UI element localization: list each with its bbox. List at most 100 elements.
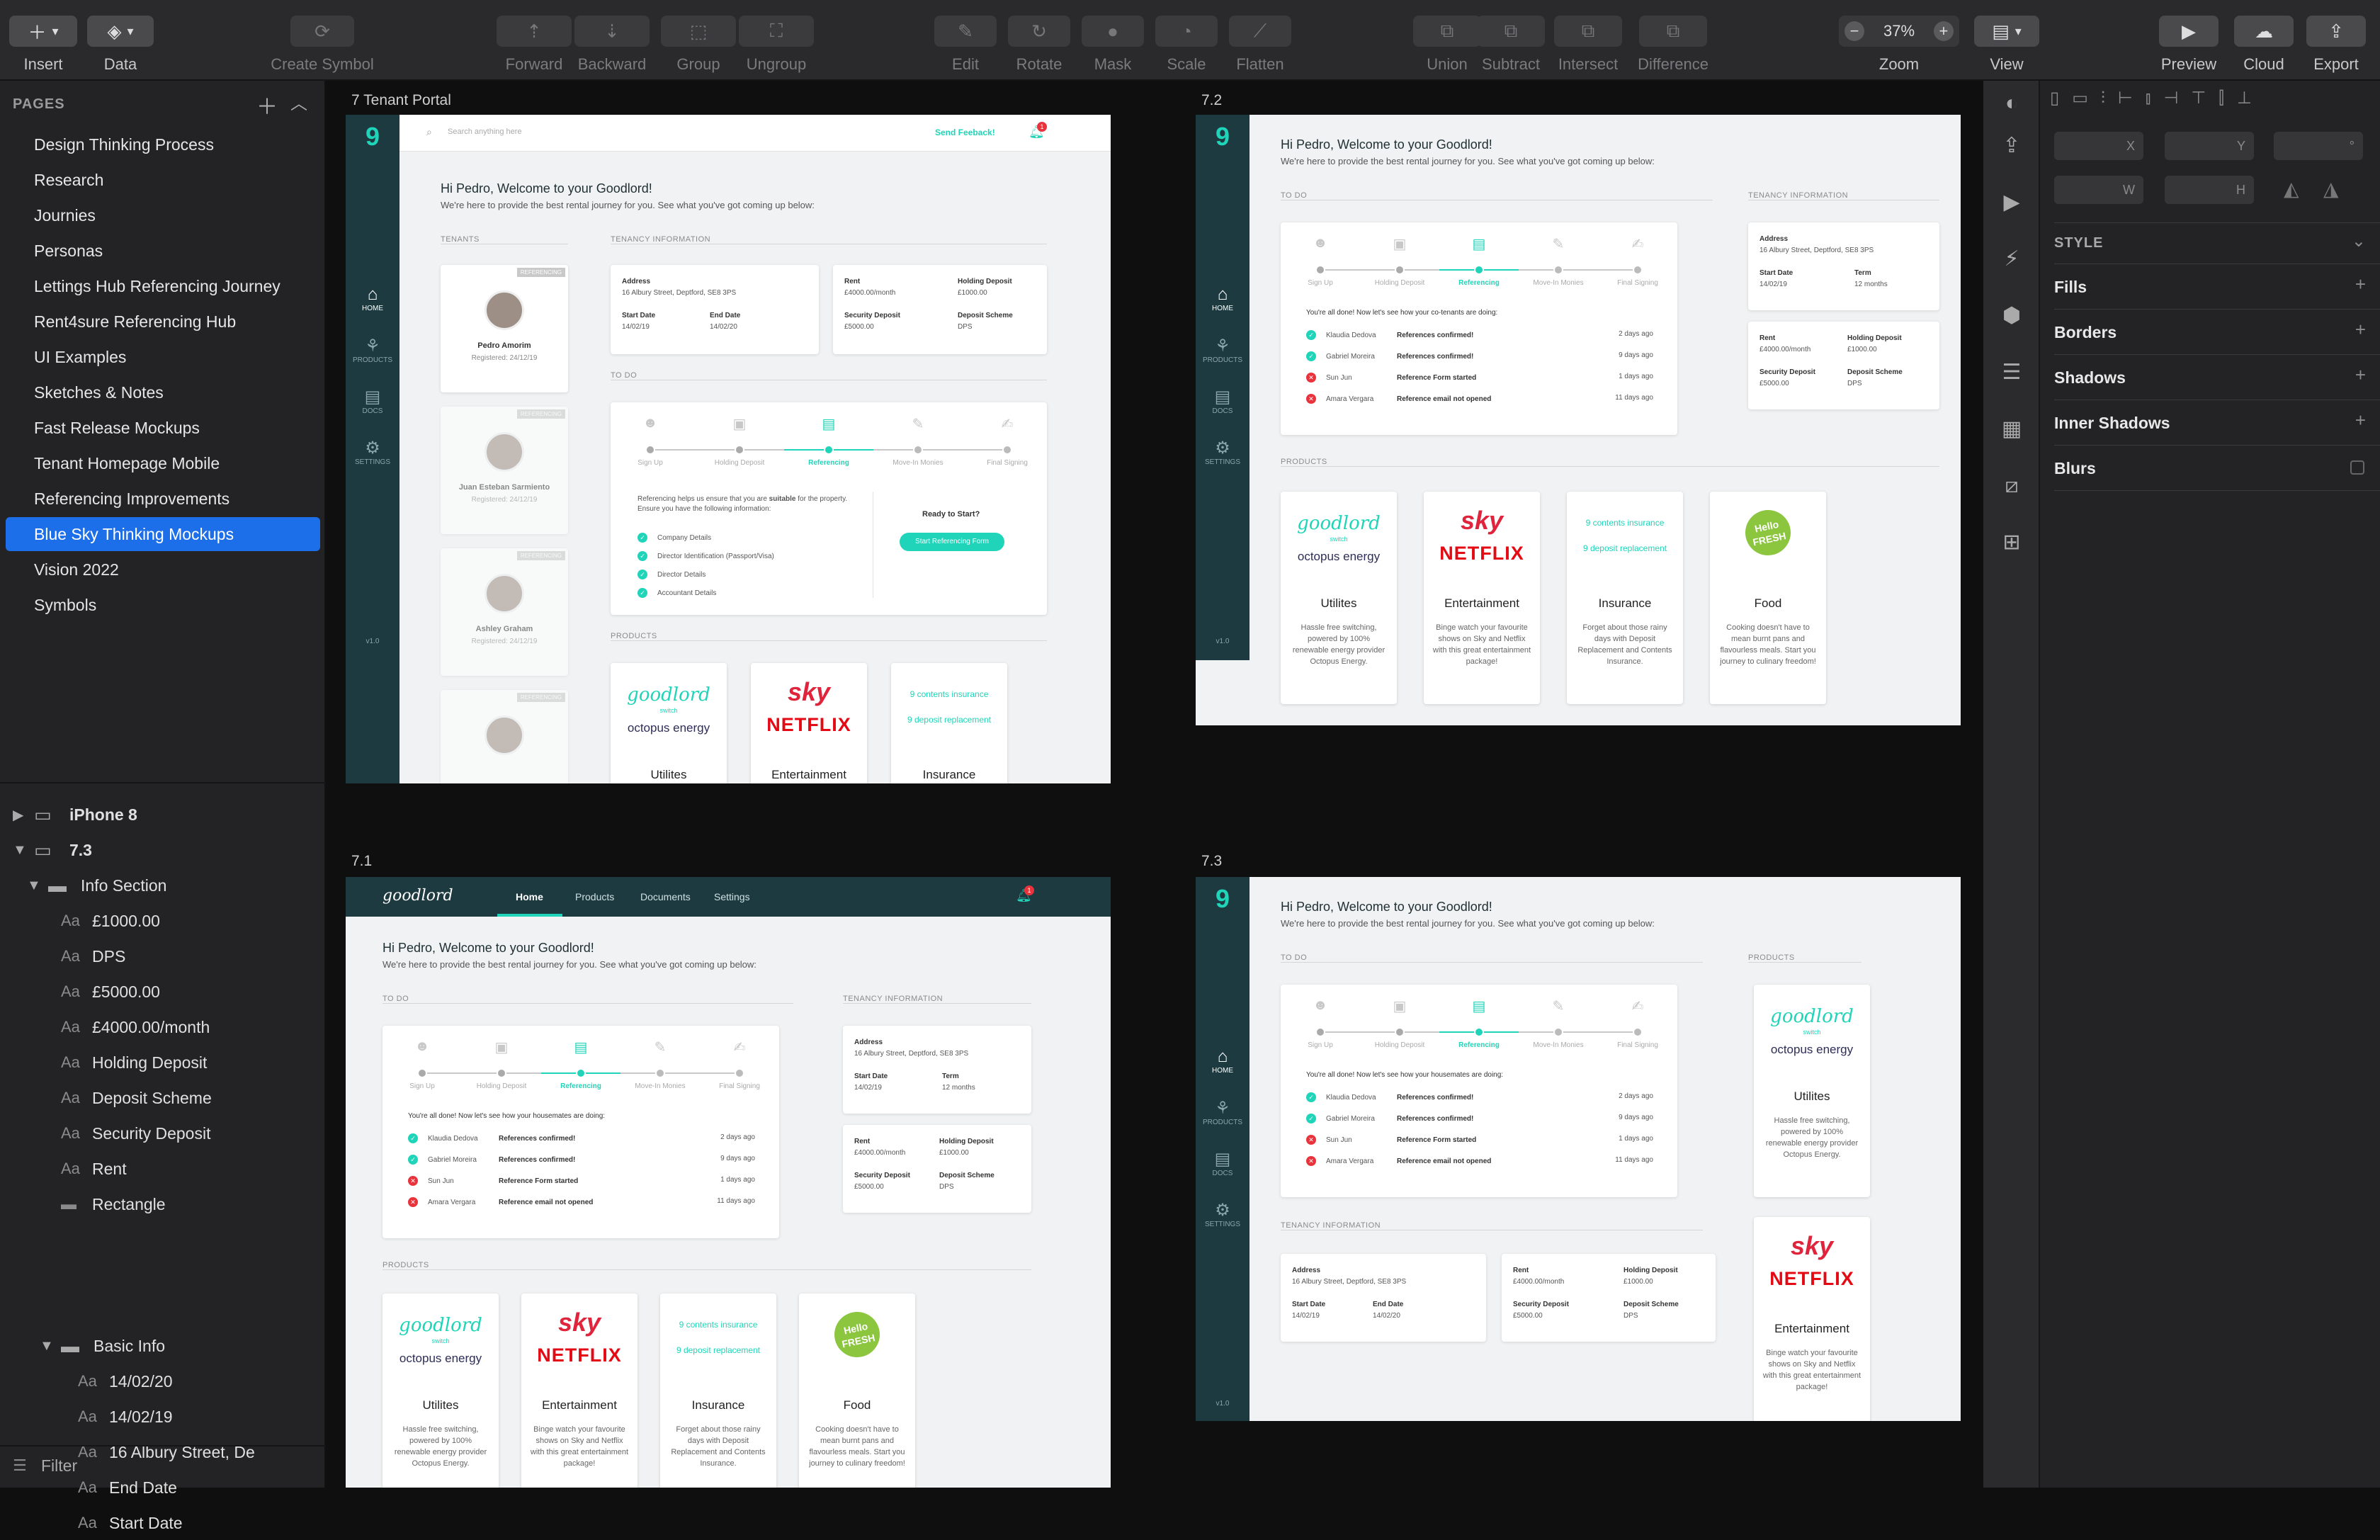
prototype-icon[interactable]: ▶ <box>1996 187 2027 218</box>
flip-vertical-icon[interactable]: ◮ <box>2323 177 2339 200</box>
add-inner-shadow-button[interactable]: + <box>2355 409 2366 431</box>
filter-input[interactable]: Filter <box>41 1456 77 1476</box>
canvas[interactable]: 7 Tenant Portal 9 ⌂ HOME ⚘ PRODUCTS ▤ DOCS … <box>326 81 1983 1488</box>
grid-icon[interactable]: ▦ <box>1996 414 2027 445</box>
product-card[interactable]: Hello FRESH Food Cooking doesn't have to m… <box>1710 492 1826 704</box>
status-row[interactable]: ✓ Klaudia Dedova References confirmed! <box>1306 330 1473 340</box>
edit-tool[interactable]: ✎ Edit <box>934 0 997 81</box>
add-fill-button[interactable]: + <box>2355 273 2366 295</box>
rotate-button[interactable]: ↻ <box>1008 16 1070 47</box>
disclosure-open-icon[interactable]: ▼ <box>27 878 48 894</box>
layer-item[interactable]: Aa Rent <box>61 1152 127 1186</box>
difference-tool[interactable]: ⧉ Difference <box>1636 0 1710 81</box>
nav-home[interactable]: ⌂ HOME <box>346 285 400 312</box>
subtract-tool[interactable]: ⧉ Subtract <box>1476 0 1546 81</box>
page-item[interactable]: Fast Release Mockups <box>6 411 320 445</box>
layer-item[interactable]: Aa DPS <box>61 939 125 973</box>
ungroup-tool[interactable]: ⛶ Ungroup <box>738 0 815 81</box>
chevron-down-icon[interactable]: ⌄ <box>2352 231 2366 251</box>
nav-products[interactable]: ⚘ PRODUCTS <box>346 336 400 364</box>
topnav-documents[interactable]: Documents <box>640 891 691 902</box>
cloud-tool[interactable]: ☁ Cloud <box>2234 0 2294 81</box>
upload-icon[interactable]: ⇪ <box>1996 130 2027 162</box>
artboard-label-7-2[interactable]: 7.2 <box>1201 92 1222 109</box>
forward-button[interactable]: ⇡ <box>497 16 572 47</box>
layer-info-section[interactable]: ▼ ▬ Info Section <box>27 868 166 902</box>
status-row[interactable]: ✓ Klaudia Dedova References confirmed! <box>408 1133 575 1143</box>
search-input[interactable]: Search anything here <box>448 128 522 136</box>
cloud-button[interactable]: ☁ <box>2234 16 2294 47</box>
w-field[interactable]: W <box>2054 176 2143 204</box>
goodlord-wordmark[interactable]: goodlord <box>382 887 453 905</box>
page-item[interactable]: UI Examples <box>6 340 320 374</box>
layer-item[interactable]: ▬ Rectangle <box>61 1187 166 1221</box>
nav-home[interactable]: ⌂ HOME <box>1196 285 1250 312</box>
layer-item[interactable]: Aa 14/02/19 <box>78 1400 173 1434</box>
group-tool[interactable]: ⬚ Group <box>660 0 737 81</box>
nav-settings[interactable]: ⚙ SETTINGS <box>1196 1200 1250 1228</box>
nav-settings[interactable]: ⚙ SETTINGS <box>1196 438 1250 466</box>
scale-button[interactable]: ◔ <box>1155 16 1218 47</box>
product-card[interactable]: sky NETFLIX Entertainment Binge watch your … <box>1754 1217 1870 1421</box>
alignment-toolbar[interactable]: ▯▭⫶⊢⫾⊣⊤⫿⊥ <box>2050 88 2376 120</box>
page-item[interactable]: Symbols <box>6 588 320 622</box>
nav-docs[interactable]: ▤ DOCS <box>1196 387 1250 415</box>
nav-settings[interactable]: ⚙ SETTINGS <box>346 438 400 466</box>
zoom-in-button[interactable]: + <box>1933 21 1954 41</box>
add-shadow-button[interactable]: + <box>2355 364 2366 386</box>
layer-item[interactable]: Aa Start Date <box>78 1506 183 1540</box>
tenant-card[interactable]: REFERENCING Ashley Graham Registered: 24/1… <box>441 548 568 676</box>
disclosure-icon[interactable]: ▶ <box>13 806 34 824</box>
flatten-button[interactable]: ⟋ <box>1229 16 1291 47</box>
tenant-card[interactable]: REFERENCING Pedro Amorim Registered: 24/12… <box>441 265 568 392</box>
page-item[interactable]: Referencing Improvements <box>6 482 320 516</box>
layer-artboard-7-3[interactable]: ▼ ▭ 7.3 <box>13 833 92 867</box>
layer-item[interactable]: Aa Holding Deposit <box>61 1046 207 1080</box>
union-tool[interactable]: ⧉ Union <box>1412 0 1482 81</box>
layer-iphone[interactable]: ▶ ▭ iPhone 8 <box>13 798 137 832</box>
zoom-out-button[interactable]: − <box>1844 21 1864 41</box>
layer-item[interactable]: Aa 16 Albury Street, De <box>78 1435 255 1469</box>
page-item[interactable]: Rent4sure Referencing Hub <box>6 305 320 339</box>
status-row[interactable]: ✕ Sun Jun Reference Form started <box>1306 1135 1476 1145</box>
crop-icon[interactable]: ⧄ <box>1996 470 2027 502</box>
create-symbol-tool[interactable]: ⟳ Create Symbol <box>262 0 382 81</box>
nav-home[interactable]: ⌂ HOME <box>1196 1047 1250 1075</box>
artboard-7-3[interactable]: 9 ⌂ HOME ⚘ PRODUCTS ▤ DOCS ⚙ SETTINGS v1.0 H… <box>1196 877 1961 1421</box>
disclosure-open-icon[interactable]: ▼ <box>13 842 34 859</box>
status-row[interactable]: ✕ Sun Jun Reference Form started <box>408 1176 578 1186</box>
intersect-tool[interactable]: ⧉ Intersect <box>1551 0 1625 81</box>
nav-docs[interactable]: ▤ DOCS <box>1196 1149 1250 1177</box>
layer-item[interactable]: Aa Security Deposit <box>61 1116 210 1150</box>
artboard-7-1[interactable]: goodlord Home Products Documents Setting… <box>346 877 1111 1488</box>
start-referencing-button[interactable]: Start Referencing Form <box>900 533 1004 551</box>
add-page-icon[interactable]: ＋ <box>256 89 278 120</box>
preview-tool[interactable]: ▶ Preview <box>2159 0 2218 81</box>
y-field[interactable]: Y <box>2165 132 2254 160</box>
difference-button[interactable]: ⧉ <box>1639 16 1707 47</box>
artboard-label-7[interactable]: 7 Tenant Portal <box>351 92 451 109</box>
data-button[interactable]: ◈ ▾ <box>87 16 154 47</box>
product-card[interactable]: goodlord switch octopus energy Utilites Hass… <box>1754 985 1870 1197</box>
tenant-card[interactable]: REFERENCING Juan Esteban Sarmiento Registe… <box>441 407 568 534</box>
topnav-settings[interactable]: Settings <box>714 891 750 902</box>
page-item[interactable]: Personas <box>6 234 320 268</box>
page-item[interactable]: Vision 2022 <box>6 553 320 587</box>
insert-button[interactable]: ＋ ▾ <box>9 16 77 47</box>
layer-item[interactable]: Aa £4000.00/month <box>61 1010 210 1044</box>
mask-button[interactable]: ● <box>1082 16 1144 47</box>
artboard-7-2[interactable]: 9 ⌂ HOME ⚘ PRODUCTS ▤ DOCS ⚙ SETTINGS v1.0 H… <box>1196 115 1961 725</box>
layer-item[interactable]: Aa 14/02/20 <box>78 1364 173 1398</box>
preview-button[interactable]: ▶ <box>2159 16 2218 47</box>
h-field[interactable]: H <box>2165 176 2254 204</box>
disclosure-open-icon[interactable]: ▼ <box>40 1338 61 1354</box>
view-tool[interactable]: ▤ ▾ View <box>1973 0 2040 81</box>
layer-item[interactable]: Aa £1000.00 <box>61 904 160 938</box>
x-field[interactable]: X <box>2054 132 2143 160</box>
layer-item[interactable]: Aa End Date <box>78 1471 177 1505</box>
artboard-label-7-3[interactable]: 7.3 <box>1201 853 1222 870</box>
product-card[interactable]: 9 contents insurance 9 deposit replacemen… <box>1567 492 1683 704</box>
layer-item[interactable]: Aa £5000.00 <box>61 975 160 1009</box>
tenant-card[interactable]: REFERENCING <box>441 690 568 783</box>
page-item[interactable]: Blue Sky Thinking Mockups <box>6 517 320 551</box>
